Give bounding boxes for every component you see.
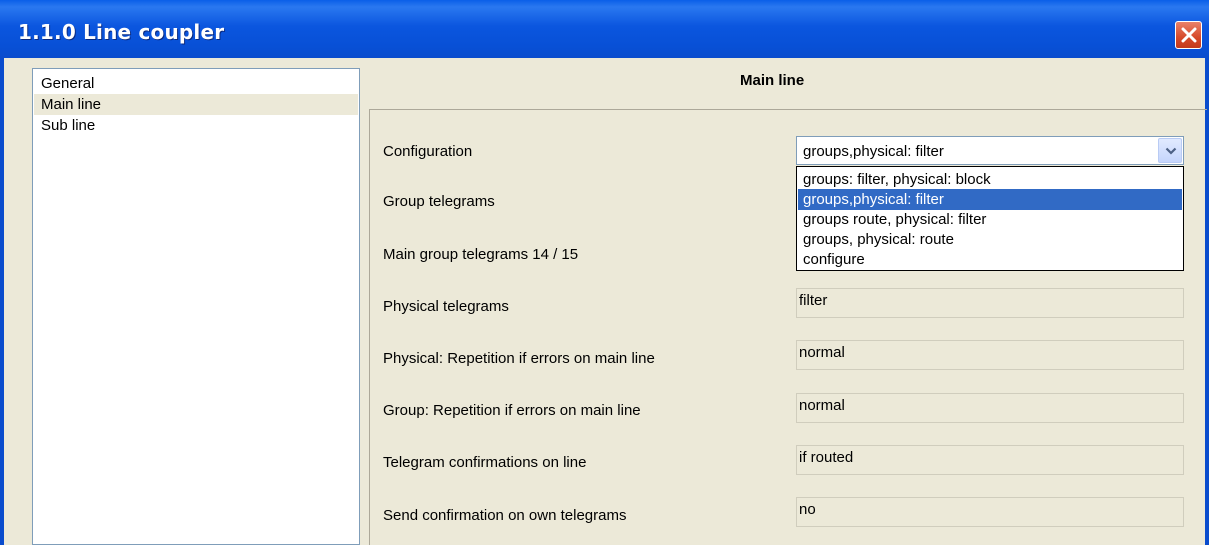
- send-confirmation-field: no: [796, 497, 1184, 527]
- group-telegrams-label: Group telegrams: [383, 193, 495, 210]
- send-confirmation-value: no: [799, 501, 816, 518]
- dropdown-option-selected[interactable]: groups,physical: filter: [798, 189, 1182, 210]
- nav-item-main-line[interactable]: Main line: [34, 94, 358, 115]
- chevron-down-icon: [1165, 147, 1177, 155]
- telegram-confirmations-value: if routed: [799, 449, 854, 466]
- physical-telegrams-value: filter: [799, 292, 828, 309]
- dropdown-option[interactable]: groups route, physical: filter: [798, 209, 1182, 230]
- window-title: 1.1.0 Line coupler: [18, 20, 225, 44]
- dropdown-option[interactable]: groups, physical: route: [798, 229, 1182, 250]
- group-repetition-label: Group: Repetition if errors on main line: [383, 402, 641, 419]
- nav-item-sub-line[interactable]: Sub line: [34, 115, 358, 136]
- physical-repetition-field: normal: [796, 340, 1184, 370]
- configuration-select[interactable]: groups,physical: filter: [796, 136, 1184, 165]
- telegram-confirmations-field: if routed: [796, 445, 1184, 475]
- configuration-select-value: groups,physical: filter: [803, 143, 944, 160]
- navigation-list: General Main line Sub line: [32, 68, 360, 545]
- close-icon: [1181, 27, 1197, 43]
- configuration-label: Configuration: [383, 143, 473, 160]
- physical-telegrams-label: Physical telegrams: [383, 298, 509, 315]
- physical-telegrams-field: filter: [796, 288, 1184, 318]
- nav-item-general[interactable]: General: [34, 73, 358, 94]
- title-bar[interactable]: 1.1.0 Line coupler: [0, 0, 1209, 58]
- telegram-confirmations-label: Telegram confirmations on line: [383, 454, 587, 471]
- group-repetition-field: normal: [796, 393, 1184, 423]
- close-button[interactable]: [1175, 21, 1202, 49]
- section-title: Main line: [740, 72, 805, 89]
- configuration-dropdown-list: groups: filter, physical: block groups,p…: [796, 166, 1184, 271]
- physical-repetition-label: Physical: Repetition if errors on main l…: [383, 350, 655, 367]
- dropdown-button[interactable]: [1158, 138, 1182, 163]
- group-repetition-value: normal: [799, 397, 845, 414]
- dropdown-option[interactable]: configure: [798, 249, 1182, 270]
- main-group-telegrams-label: Main group telegrams 14 / 15: [383, 246, 579, 263]
- dropdown-option[interactable]: groups: filter, physical: block: [798, 169, 1182, 190]
- physical-repetition-value: normal: [799, 344, 845, 361]
- send-confirmation-label: Send confirmation on own telegrams: [383, 507, 627, 524]
